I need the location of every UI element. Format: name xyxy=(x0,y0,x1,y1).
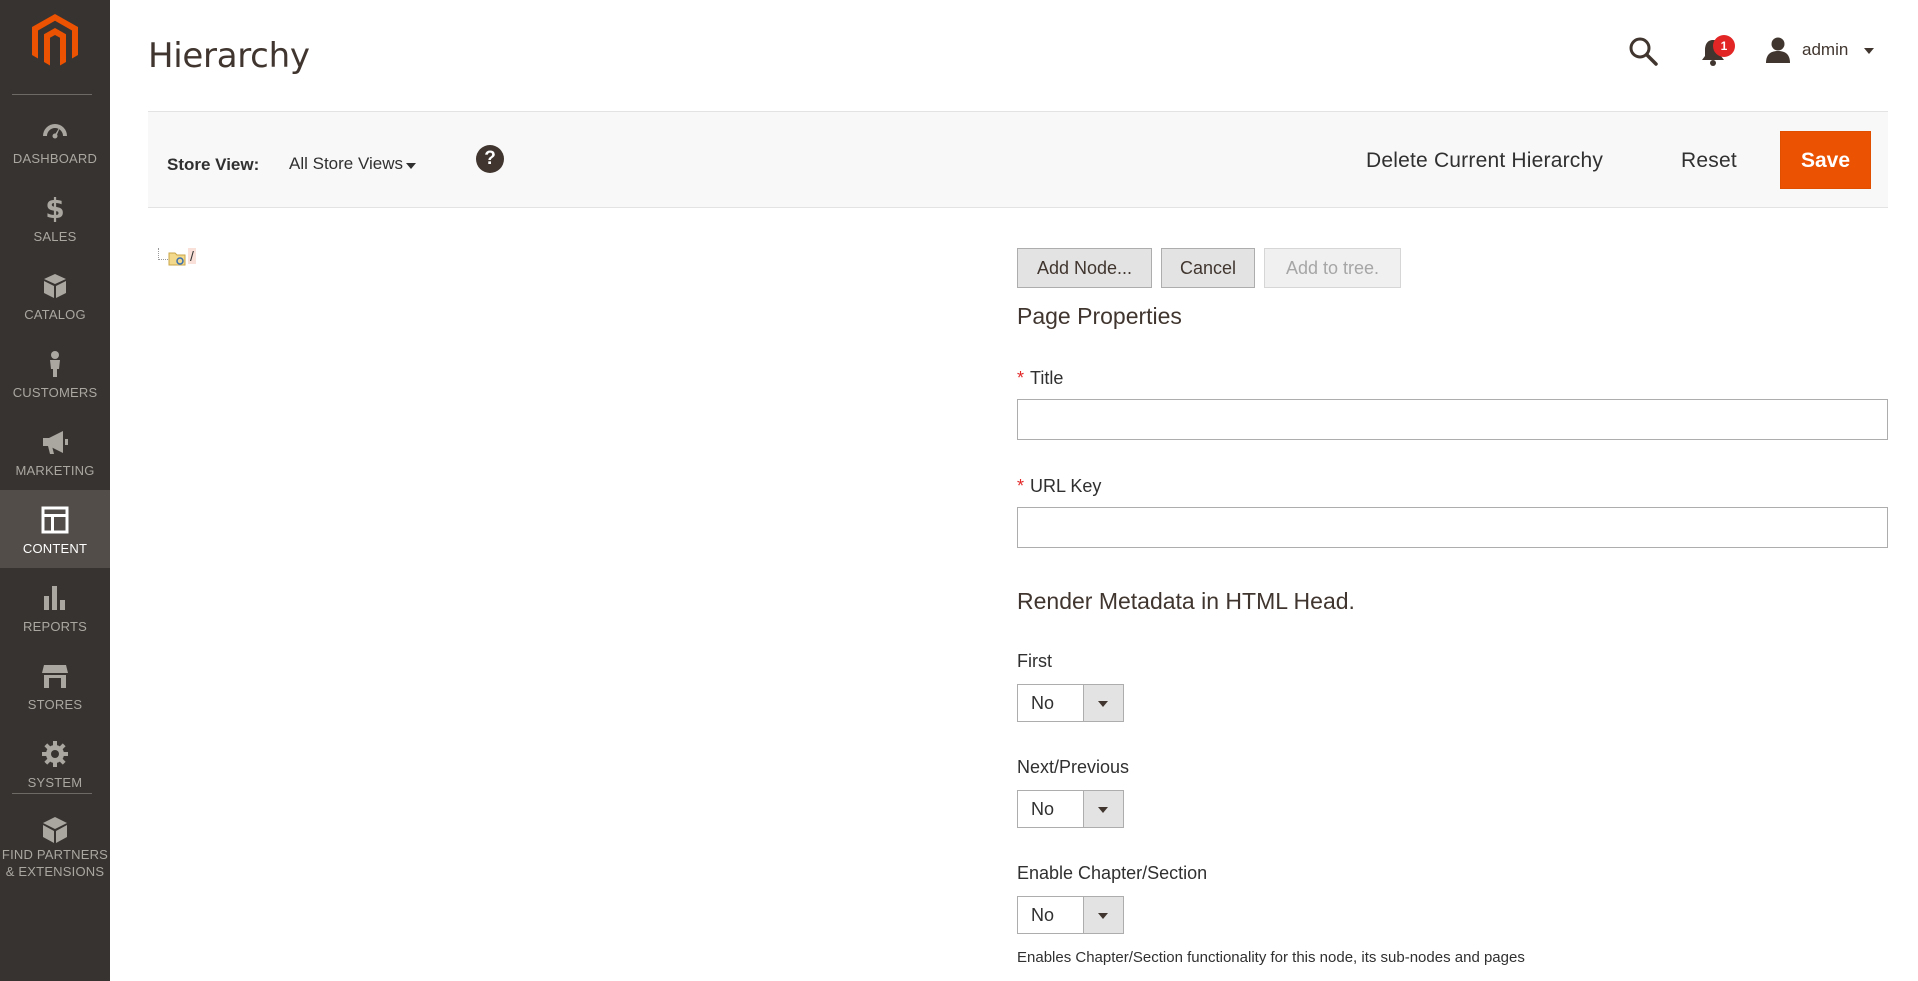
next-previous-select[interactable]: No xyxy=(1017,790,1124,828)
enable-chapter-select[interactable]: No xyxy=(1017,896,1124,934)
chevron-down-icon xyxy=(1083,791,1123,827)
sidebar-item-label: MARKETING xyxy=(15,463,95,478)
chevron-down-icon xyxy=(1083,685,1123,721)
svg-text:$: $ xyxy=(45,194,64,222)
first-label: First xyxy=(1017,651,1052,671)
tree-node-root[interactable]: / xyxy=(188,248,196,264)
delete-hierarchy-button[interactable]: Delete Current Hierarchy xyxy=(1366,149,1603,173)
sidebar-item-marketing[interactable]: MARKETING xyxy=(0,412,110,490)
select-value: No xyxy=(1031,905,1055,925)
enable-chapter-note: Enables Chapter/Section functionality fo… xyxy=(1017,949,1525,966)
storefront-icon xyxy=(42,665,68,688)
sidebar-item-stores[interactable]: STORES xyxy=(0,646,110,724)
page-title: Hierarchy xyxy=(148,36,310,76)
page-actions-toolbar: Store View: All Store Views ? Delete Cur… xyxy=(148,111,1888,208)
cancel-button[interactable]: Cancel xyxy=(1161,248,1255,288)
chevron-down-icon xyxy=(1083,897,1123,933)
first-select[interactable]: No xyxy=(1017,684,1124,722)
store-view-label: Store View: xyxy=(167,155,260,174)
sidebar-item-label: CONTENT xyxy=(22,541,88,556)
divider xyxy=(12,94,92,95)
search-icon[interactable] xyxy=(1628,36,1658,66)
layout-icon xyxy=(41,506,69,534)
sidebar-item-label: SALES xyxy=(33,229,77,244)
select-value: No xyxy=(1031,693,1055,713)
sidebar-item-sales[interactable]: $ SALES xyxy=(0,178,110,256)
megaphone-icon xyxy=(43,431,68,454)
required-asterisk: * xyxy=(1017,476,1025,496)
tree-branch-line xyxy=(158,248,168,260)
sidebar-item-label: CUSTOMERS xyxy=(12,385,98,400)
sidebar-item-label: SYSTEM xyxy=(27,775,83,790)
notification-badge[interactable]: 1 xyxy=(1713,35,1735,57)
title-label-text: Title xyxy=(1030,368,1064,388)
sidebar-item-dashboard[interactable]: DASHBOARD xyxy=(0,100,110,178)
url-key-input[interactable] xyxy=(1017,507,1888,548)
bar-chart-icon xyxy=(44,586,65,610)
user-name: admin xyxy=(1802,40,1849,59)
sidebar-item-label: STORES xyxy=(27,697,83,712)
sidebar-item-system[interactable]: SYSTEM xyxy=(0,724,110,802)
chevron-down-icon[interactable] xyxy=(406,163,416,169)
sidebar-item-label-line1: FIND PARTNERS xyxy=(1,847,109,862)
person-icon xyxy=(50,351,60,377)
folder-icon[interactable] xyxy=(168,250,186,266)
reset-button[interactable]: Reset xyxy=(1681,149,1737,173)
save-button[interactable]: Save xyxy=(1780,131,1871,189)
admin-sidebar: DASHBOARD $ SALES CATALOG CUSTOMERS MARK… xyxy=(0,0,110,981)
sidebar-item-label: DASHBOARD xyxy=(12,151,98,166)
divider xyxy=(12,793,92,794)
chevron-down-icon xyxy=(1864,48,1874,54)
title-label: * Title xyxy=(1017,368,1063,389)
dollar-icon: $ xyxy=(45,194,64,222)
dashboard-icon xyxy=(43,124,67,139)
url-key-label-text: URL Key xyxy=(1030,476,1102,496)
sidebar-item-label: REPORTS xyxy=(22,619,87,634)
sidebar-item-content[interactable]: CONTENT xyxy=(0,490,110,568)
add-node-button[interactable]: Add Node... xyxy=(1017,248,1152,288)
help-icon[interactable]: ? xyxy=(476,145,504,173)
blocks-icon xyxy=(43,817,67,843)
required-asterisk: * xyxy=(1017,368,1025,388)
magento-logo-icon[interactable] xyxy=(30,14,80,68)
sidebar-item-reports[interactable]: REPORTS xyxy=(0,568,110,646)
page-properties-heading: Page Properties xyxy=(1017,303,1182,329)
select-value: No xyxy=(1031,799,1055,819)
sidebar-item-catalog[interactable]: CATALOG xyxy=(0,256,110,334)
user-icon xyxy=(1766,37,1790,63)
sidebar-item-customers[interactable]: CUSTOMERS xyxy=(0,334,110,412)
sidebar-item-label-line2: & EXTENSIONS xyxy=(5,864,105,879)
render-metadata-heading: Render Metadata in HTML Head. xyxy=(1017,588,1355,614)
title-input[interactable] xyxy=(1017,399,1888,440)
gear-icon xyxy=(42,741,68,767)
next-previous-label: Next/Previous xyxy=(1017,757,1130,777)
sidebar-item-find-partners[interactable]: FIND PARTNERS & EXTENSIONS xyxy=(0,800,110,890)
enable-chapter-label: Enable Chapter/Section xyxy=(1017,863,1208,883)
url-key-label: * URL Key xyxy=(1017,476,1101,497)
sidebar-item-label: FIND PARTNERS & EXTENSIONS xyxy=(0,846,110,880)
sidebar-item-label: CATALOG xyxy=(24,307,86,322)
cube-icon xyxy=(44,274,66,298)
store-view-switcher[interactable]: All Store Views xyxy=(289,154,403,174)
add-to-tree-button[interactable]: Add to tree. xyxy=(1264,248,1401,288)
